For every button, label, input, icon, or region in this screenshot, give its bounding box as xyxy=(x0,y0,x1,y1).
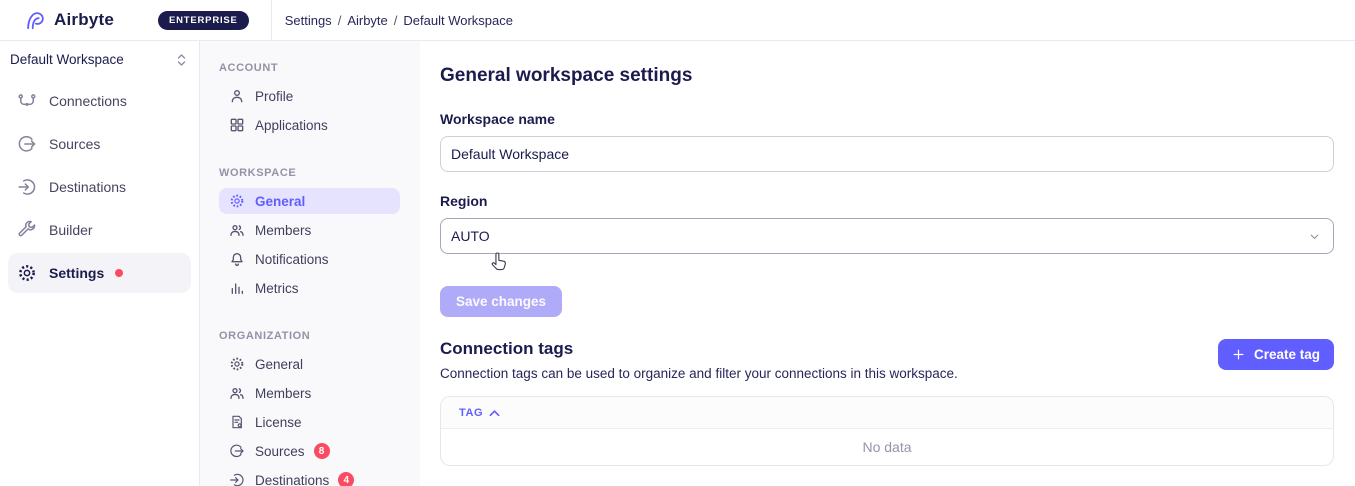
sort-ascending-icon xyxy=(489,409,500,417)
workspace-name-input[interactable] xyxy=(440,136,1334,172)
settings-nav-label: General xyxy=(255,357,303,372)
settings-nav-workspace-general[interactable]: General xyxy=(219,188,400,214)
settings-nav-label: Applications xyxy=(255,118,328,133)
settings-nav-label: Profile xyxy=(255,89,293,104)
settings-nav-label: Members xyxy=(255,223,311,238)
header-divider xyxy=(271,0,272,40)
settings-sidebar: ACCOUNT Profile Applications WORKSPACE xyxy=(200,41,420,486)
people-icon xyxy=(229,222,245,238)
sources-count-badge: 8 xyxy=(314,443,330,459)
destinations-count-badge: 4 xyxy=(338,472,354,486)
page-title: General workspace settings xyxy=(440,65,1334,87)
create-tag-button[interactable]: Create tag xyxy=(1218,339,1334,370)
airbyte-logo-icon xyxy=(24,9,46,31)
section-title-organization: ORGANIZATION xyxy=(219,330,400,342)
breadcrumb-airbyte[interactable]: Airbyte xyxy=(347,13,387,28)
settings-nav-org-sources[interactable]: Sources 8 xyxy=(219,438,400,464)
connection-tags-title: Connection tags xyxy=(440,339,958,359)
plus-icon xyxy=(1232,348,1245,361)
destination-icon xyxy=(17,177,37,197)
people-icon xyxy=(229,385,245,401)
left-sidebar: Default Workspace Connections Sour xyxy=(0,41,200,486)
settings-nav-applications[interactable]: Applications xyxy=(219,112,400,138)
source-icon xyxy=(229,443,245,459)
gear-icon xyxy=(229,193,245,209)
workspace-name-label: Workspace name xyxy=(440,111,1334,127)
enterprise-badge: ENTERPRISE xyxy=(158,11,249,30)
destination-icon xyxy=(229,472,245,486)
sidebar-item-label: Connections xyxy=(49,93,127,109)
table-empty-state: No data xyxy=(441,429,1333,465)
save-changes-button[interactable]: Save changes xyxy=(440,286,562,317)
sidebar-item-builder[interactable]: Builder xyxy=(8,210,191,250)
workspace-selector[interactable]: Default Workspace xyxy=(0,48,199,71)
workspace-selector-label: Default Workspace xyxy=(10,52,124,67)
bar-chart-icon xyxy=(229,280,245,296)
settings-nav-org-members[interactable]: Members xyxy=(219,380,400,406)
settings-nav-label: Destinations xyxy=(255,473,329,486)
settings-nav-profile[interactable]: Profile xyxy=(219,83,400,109)
settings-nav-label: License xyxy=(255,415,302,430)
section-title-account: ACCOUNT xyxy=(219,62,400,74)
connection-tags-table: TAG No data xyxy=(440,396,1334,466)
settings-nav-org-destinations[interactable]: Destinations 4 xyxy=(219,467,400,486)
settings-nav-workspace-members[interactable]: Members xyxy=(219,217,400,243)
connections-icon xyxy=(17,91,37,111)
sidebar-item-connections[interactable]: Connections xyxy=(8,81,191,121)
sidebar-item-sources[interactable]: Sources xyxy=(8,124,191,164)
tag-column-header[interactable]: TAG xyxy=(459,407,500,419)
breadcrumb-default-workspace[interactable]: Default Workspace xyxy=(403,13,513,28)
region-selected-value: AUTO xyxy=(451,228,490,244)
brand-name: Airbyte xyxy=(54,10,114,30)
top-header: Airbyte ENTERPRISE Settings / Airbyte / … xyxy=(0,0,1355,41)
breadcrumb: Settings / Airbyte / Default Workspace xyxy=(285,13,513,28)
sidebar-item-label: Sources xyxy=(49,136,100,152)
sidebar-item-label: Destinations xyxy=(49,179,126,195)
settings-nav-label: Sources xyxy=(255,444,305,459)
settings-nav-notifications[interactable]: Notifications xyxy=(219,246,400,272)
airbyte-settings-page: Airbyte ENTERPRISE Settings / Airbyte / … xyxy=(0,0,1355,486)
bell-icon xyxy=(229,251,245,267)
breadcrumb-settings[interactable]: Settings xyxy=(285,13,332,28)
settings-notification-dot xyxy=(115,269,123,277)
person-icon xyxy=(229,88,245,104)
settings-nav-org-general[interactable]: General xyxy=(219,351,400,377)
settings-nav-metrics[interactable]: Metrics xyxy=(219,275,400,301)
mouse-cursor-pointer xyxy=(488,250,509,274)
gear-icon xyxy=(17,263,37,283)
sidebar-item-settings[interactable]: Settings xyxy=(8,253,191,293)
sidebar-item-label: Settings xyxy=(49,265,104,281)
grid-icon xyxy=(229,117,245,133)
settings-nav-label: Notifications xyxy=(255,252,329,267)
brand-logo[interactable]: Airbyte xyxy=(0,9,114,31)
section-title-workspace: WORKSPACE xyxy=(219,167,400,179)
gear-icon xyxy=(229,356,245,372)
sidebar-item-destinations[interactable]: Destinations xyxy=(8,167,191,207)
chevron-down-icon xyxy=(1308,230,1321,243)
license-document-icon xyxy=(229,414,245,430)
settings-nav-label: Members xyxy=(255,386,311,401)
connection-tags-header: Connection tags Connection tags can be u… xyxy=(440,339,958,381)
main-content: General workspace settings Workspace nam… xyxy=(420,41,1355,486)
region-select[interactable]: AUTO xyxy=(440,218,1334,254)
table-header-row: TAG xyxy=(441,397,1333,429)
settings-nav-label: General xyxy=(255,194,305,209)
settings-nav-label: Metrics xyxy=(255,281,299,296)
region-label: Region xyxy=(440,193,1334,209)
updown-chevron-icon xyxy=(176,53,187,67)
connection-tags-description: Connection tags can be used to organize … xyxy=(440,366,958,381)
settings-nav-license[interactable]: License xyxy=(219,409,400,435)
sidebar-item-label: Builder xyxy=(49,222,93,238)
source-icon xyxy=(17,134,37,154)
builder-wrench-icon xyxy=(17,220,37,240)
